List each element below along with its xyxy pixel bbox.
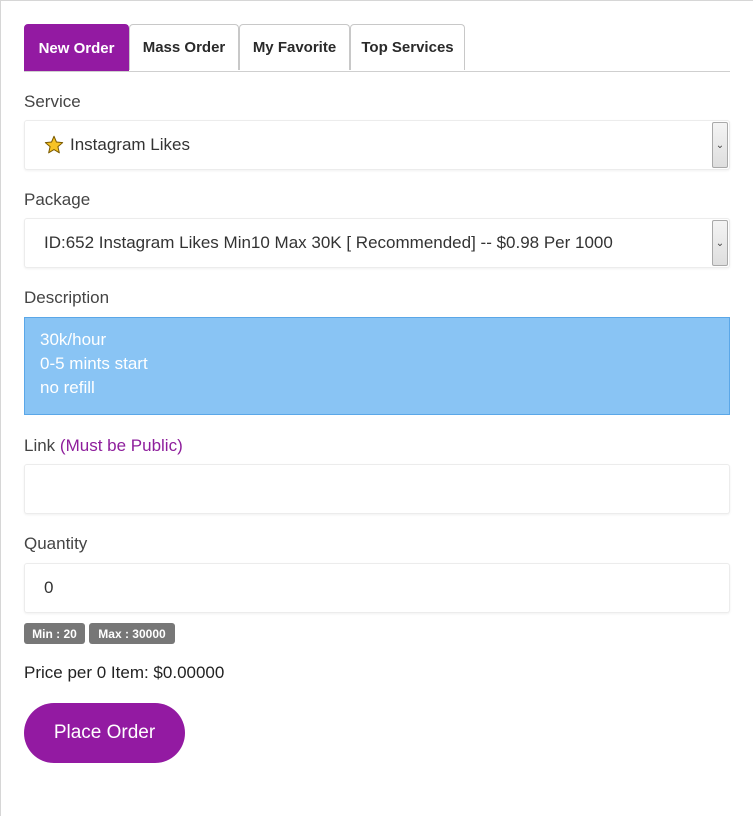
order-tabs: New Order Mass Order My Favorite Top Ser… xyxy=(24,24,730,72)
description-box: 30k/hour 0-5 mints start no refill xyxy=(24,317,730,415)
package-selected-text: ID:652 Instagram Likes Min10 Max 30K [ R… xyxy=(44,233,613,252)
service-selected-text: Instagram Likes xyxy=(70,135,190,154)
description-label: Description xyxy=(24,288,110,307)
description-line: 30k/hour xyxy=(40,330,107,349)
price-text: Price per 0 Item: $0.00000 xyxy=(24,663,225,682)
tab-my-favorite[interactable]: My Favorite xyxy=(239,24,350,70)
min-badge: Min : 20 xyxy=(24,623,85,644)
service-label: Service xyxy=(24,92,81,111)
link-label-text: Link xyxy=(24,436,56,455)
service-select-value: Instagram Likes xyxy=(44,121,190,169)
quantity-label: Quantity xyxy=(24,534,88,553)
max-badge: Max : 30000 xyxy=(89,623,175,644)
description-line: no refill xyxy=(40,378,95,397)
chevron-down-icon[interactable]: ⌄ xyxy=(712,122,728,168)
place-order-button[interactable]: Place Order xyxy=(24,703,185,763)
tab-top-services[interactable]: Top Services xyxy=(350,24,465,70)
package-label: Package xyxy=(24,190,91,209)
tab-mass-order[interactable]: Mass Order xyxy=(129,24,239,70)
tab-new-order[interactable]: New Order xyxy=(24,24,129,71)
service-select[interactable]: Instagram Likes ⌄ xyxy=(24,120,730,170)
link-public-note: (Must be Public) xyxy=(59,436,183,455)
star-icon xyxy=(44,135,64,154)
link-input[interactable] xyxy=(24,464,730,514)
chevron-down-icon[interactable]: ⌄ xyxy=(712,220,728,266)
link-label: Link (Must be Public) xyxy=(24,436,183,456)
package-select[interactable]: ID:652 Instagram Likes Min10 Max 30K [ R… xyxy=(24,218,730,268)
description-line: 0-5 mints start xyxy=(40,354,148,373)
quantity-input[interactable]: 0 xyxy=(24,563,730,613)
